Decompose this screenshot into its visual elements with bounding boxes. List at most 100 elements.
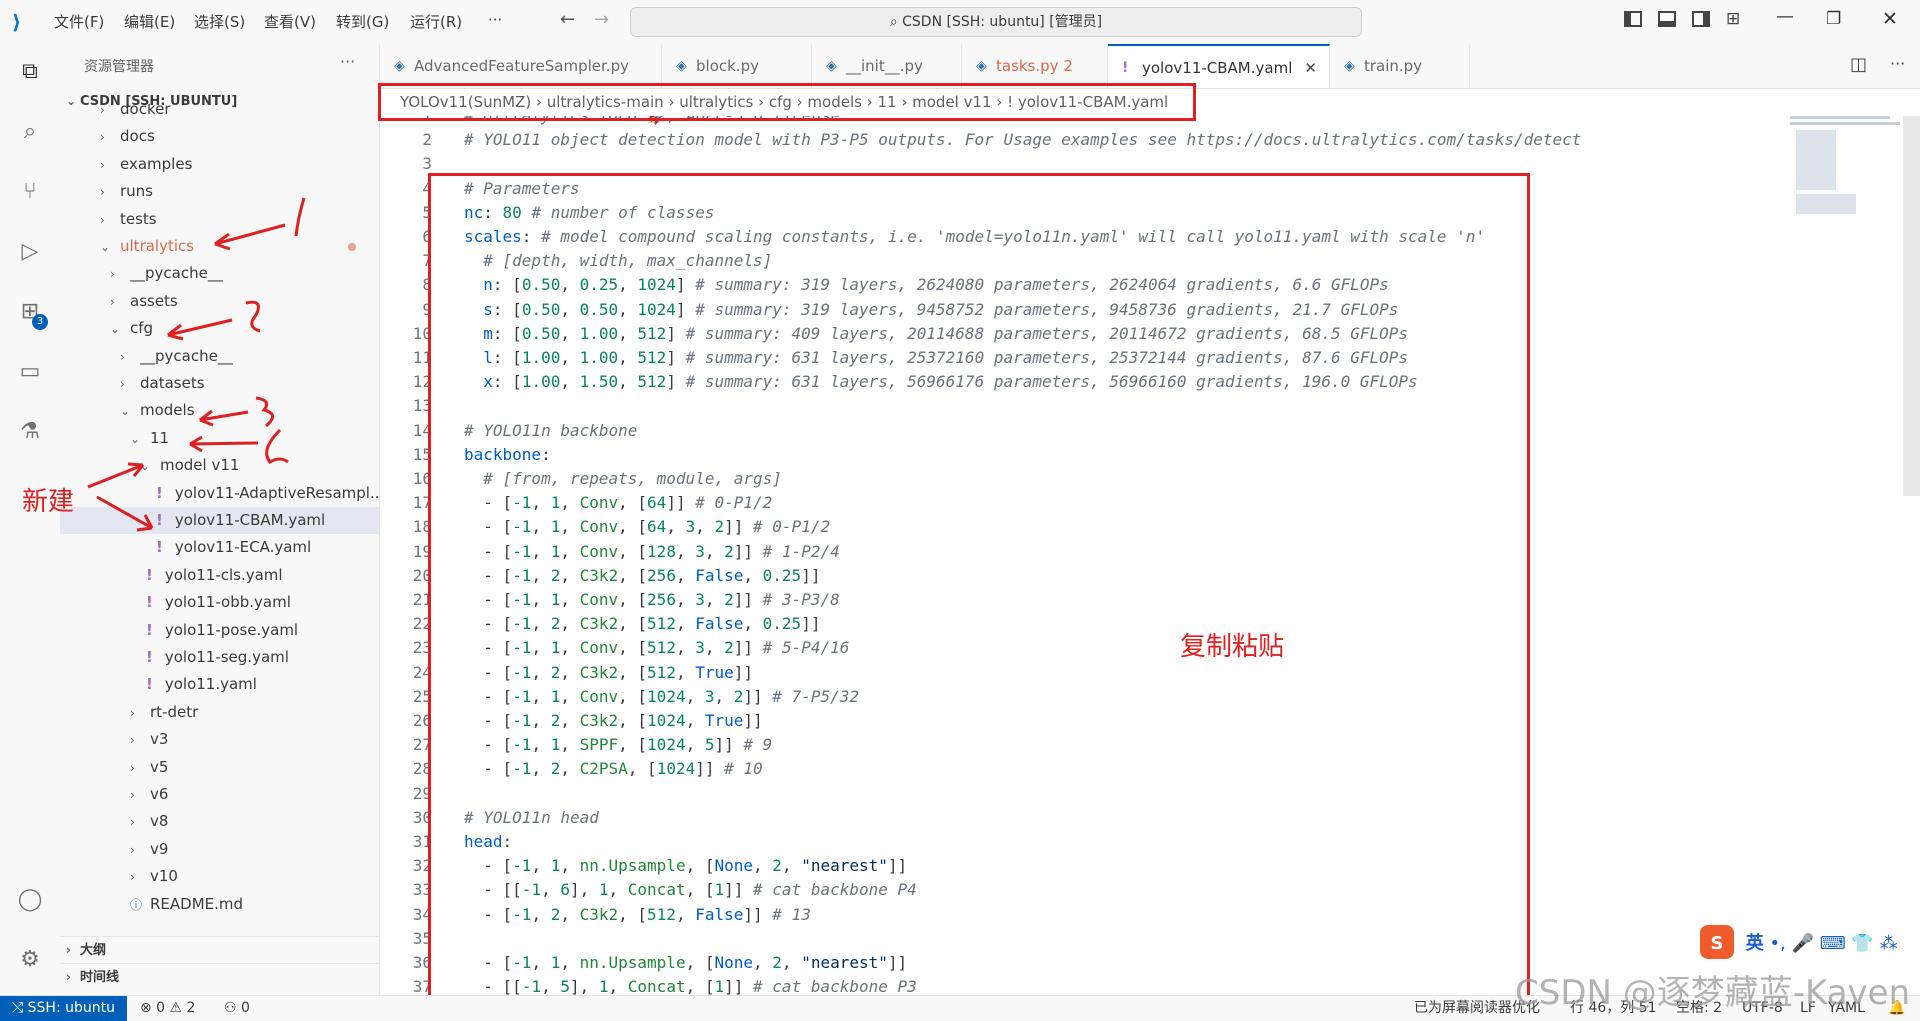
- tab-yolov11-cbam[interactable]: ! yolov11-CBAM.yaml ✕: [1108, 44, 1330, 88]
- explorer-item[interactable]: › rt-detr: [60, 699, 379, 726]
- account-icon[interactable]: ◯: [14, 884, 46, 916]
- tab-block[interactable]: ◈ block.py: [662, 44, 812, 88]
- explorer-item[interactable]: › v6: [60, 781, 379, 808]
- explorer-item[interactable]: › docs: [60, 123, 379, 150]
- run-debug-icon[interactable]: ▷: [14, 236, 46, 268]
- tab-train[interactable]: ◈ train.py: [1330, 44, 1470, 88]
- explorer-item[interactable]: ! yolo11-seg.yaml: [60, 644, 379, 671]
- explorer-item[interactable]: ! yolo11-cls.yaml: [60, 562, 379, 589]
- toggle-sidebar-icon[interactable]: [1624, 11, 1642, 27]
- source-control-icon[interactable]: ⑂: [14, 176, 46, 208]
- ime-language[interactable]: 英: [1746, 933, 1764, 954]
- remote-indicator[interactable]: ⤭ SSH: ubuntu: [0, 996, 127, 1021]
- code-highlight-box: [428, 173, 1530, 998]
- tab-label: __init__.py: [846, 57, 923, 75]
- explorer-item[interactable]: ⌄ 11: [60, 425, 379, 452]
- extensions-icon[interactable]: ⊞ 3: [14, 296, 48, 330]
- explorer-item[interactable]: ⌄ cfg: [60, 315, 379, 342]
- more-actions-icon[interactable]: ···: [1890, 54, 1905, 73]
- vertical-scrollbar[interactable]: [1903, 116, 1920, 496]
- explorer-item[interactable]: › docker: [60, 104, 379, 123]
- skin-icon[interactable]: 👕: [1851, 933, 1873, 954]
- tab-label: tasks.py: [996, 57, 1059, 75]
- menu-edit[interactable]: 编辑(E): [124, 11, 175, 32]
- explorer-item[interactable]: › tests: [60, 206, 379, 233]
- tab-advancedfeaturesampler[interactable]: ◈ AdvancedFeatureSampler.py: [380, 44, 662, 88]
- forward-arrow-icon[interactable]: →: [594, 9, 609, 30]
- menu-run[interactable]: 运行(R): [410, 11, 462, 32]
- explorer-item[interactable]: › examples: [60, 151, 379, 178]
- tab-init[interactable]: ◈ __init__.py: [812, 44, 962, 88]
- line-number: 22: [412, 614, 432, 634]
- chevron-right-icon: ›: [130, 705, 135, 720]
- toggle-secondary-sidebar-icon[interactable]: [1692, 11, 1710, 27]
- minimize-icon[interactable]: —: [1776, 6, 1794, 27]
- code-line[interactable]: 2 # YOLO11 object detection model with P3…: [380, 128, 1890, 152]
- ports-indicator[interactable]: ⚇ 0: [224, 996, 250, 1021]
- line-number: 11: [412, 348, 432, 367]
- line-number: 13: [412, 396, 432, 416]
- explorer-more-button[interactable]: ···: [340, 52, 355, 71]
- line-number: 20: [412, 565, 432, 585]
- restore-icon[interactable]: ❐: [1826, 9, 1841, 29]
- explorer-item[interactable]: ⌄ model v11: [60, 452, 379, 479]
- explorer-item-label: cfg: [130, 319, 154, 338]
- back-arrow-icon[interactable]: ←: [560, 9, 575, 30]
- explorer-item[interactable]: › assets: [60, 288, 379, 315]
- manage-gear-icon[interactable]: ⚙: [14, 944, 46, 976]
- menu-selection[interactable]: 选择(S): [194, 11, 245, 32]
- keyboard-icon[interactable]: ⌨: [1820, 933, 1846, 954]
- chevron-right-icon: ›: [130, 733, 135, 748]
- line-number: 30: [412, 807, 432, 827]
- punctuation-icon[interactable]: •,: [1769, 933, 1785, 954]
- explorer-item[interactable]: › runs: [60, 178, 379, 205]
- toggle-panel-icon[interactable]: [1658, 11, 1676, 27]
- timeline-section[interactable]: › 时间线: [60, 963, 379, 991]
- problems-indicator[interactable]: ⊗ 0 ⚠ 2: [140, 996, 195, 1021]
- explorer-item[interactable]: ⌄ ultralytics: [60, 233, 379, 260]
- explorer-item[interactable]: › v9: [60, 836, 379, 863]
- explorer-item[interactable]: › v10: [60, 863, 379, 890]
- remote-explorer-icon[interactable]: ▭: [14, 356, 46, 388]
- tab-tasks[interactable]: ◈ tasks.py 2: [962, 44, 1108, 88]
- explorer-item-label: v9: [150, 839, 169, 858]
- explorer-item[interactable]: ⌄ models: [60, 397, 379, 424]
- explorer-icon[interactable]: ⧉: [14, 56, 46, 88]
- explorer-item[interactable]: › datasets: [60, 370, 379, 397]
- line-number: 12: [412, 372, 432, 392]
- close-window-icon[interactable]: ✕: [1882, 8, 1898, 30]
- explorer-item[interactable]: › v3: [60, 726, 379, 753]
- explorer-item[interactable]: ! yolo11.yaml: [60, 671, 379, 698]
- split-editor-icon[interactable]: ◫: [1850, 54, 1867, 75]
- explorer-item-label: yolo11-pose.yaml: [164, 620, 299, 639]
- explorer-item[interactable]: › __pycache__: [60, 260, 379, 287]
- explorer-item[interactable]: › v8: [60, 808, 379, 835]
- explorer-item[interactable]: ⓘ README.md: [60, 891, 379, 918]
- explorer-item-label: yolo11.yaml: [164, 675, 257, 694]
- customize-layout-icon[interactable]: ⊞: [1726, 9, 1740, 29]
- explorer-item[interactable]: ! yolo11-obb.yaml: [60, 589, 379, 616]
- close-tab-icon[interactable]: ✕: [1304, 46, 1317, 90]
- menu-file[interactable]: 文件(F): [54, 11, 104, 32]
- explorer-item[interactable]: ! yolov11-CBAM.yaml: [60, 507, 379, 534]
- menu-more[interactable]: ···: [488, 11, 502, 29]
- ime-toolbar[interactable]: S 英 •, 🎤 ⌨ 👕 ⁂: [1700, 925, 1920, 963]
- minimap[interactable]: [1790, 116, 1900, 216]
- outline-section[interactable]: › 大纲: [60, 936, 379, 964]
- explorer-item[interactable]: ! yolov11-AdaptiveResampl...: [60, 480, 379, 507]
- python-file-icon: ◈: [976, 58, 987, 74]
- toolbox-icon[interactable]: ⁂: [1880, 933, 1898, 954]
- search-icon[interactable]: ⌕: [14, 116, 46, 148]
- explorer-item[interactable]: › __pycache__: [60, 343, 379, 370]
- explorer-item[interactable]: › v5: [60, 754, 379, 781]
- microphone-icon[interactable]: 🎤: [1792, 933, 1814, 954]
- explorer-item-label: rt-detr: [150, 702, 199, 721]
- explorer-item[interactable]: ! yolo11-pose.yaml: [60, 617, 379, 644]
- menu-view[interactable]: 查看(V): [264, 11, 316, 32]
- menu-goto[interactable]: 转到(G): [336, 11, 389, 32]
- testing-icon[interactable]: ⚗: [14, 416, 46, 448]
- explorer-item[interactable]: ! yolov11-ECA.yaml: [60, 534, 379, 561]
- command-center[interactable]: ⌕ CSDN [SSH: ubuntu] [管理员]: [630, 7, 1362, 37]
- chevron-right-icon: ›: [100, 104, 105, 117]
- info-file-icon: ⓘ: [130, 897, 143, 912]
